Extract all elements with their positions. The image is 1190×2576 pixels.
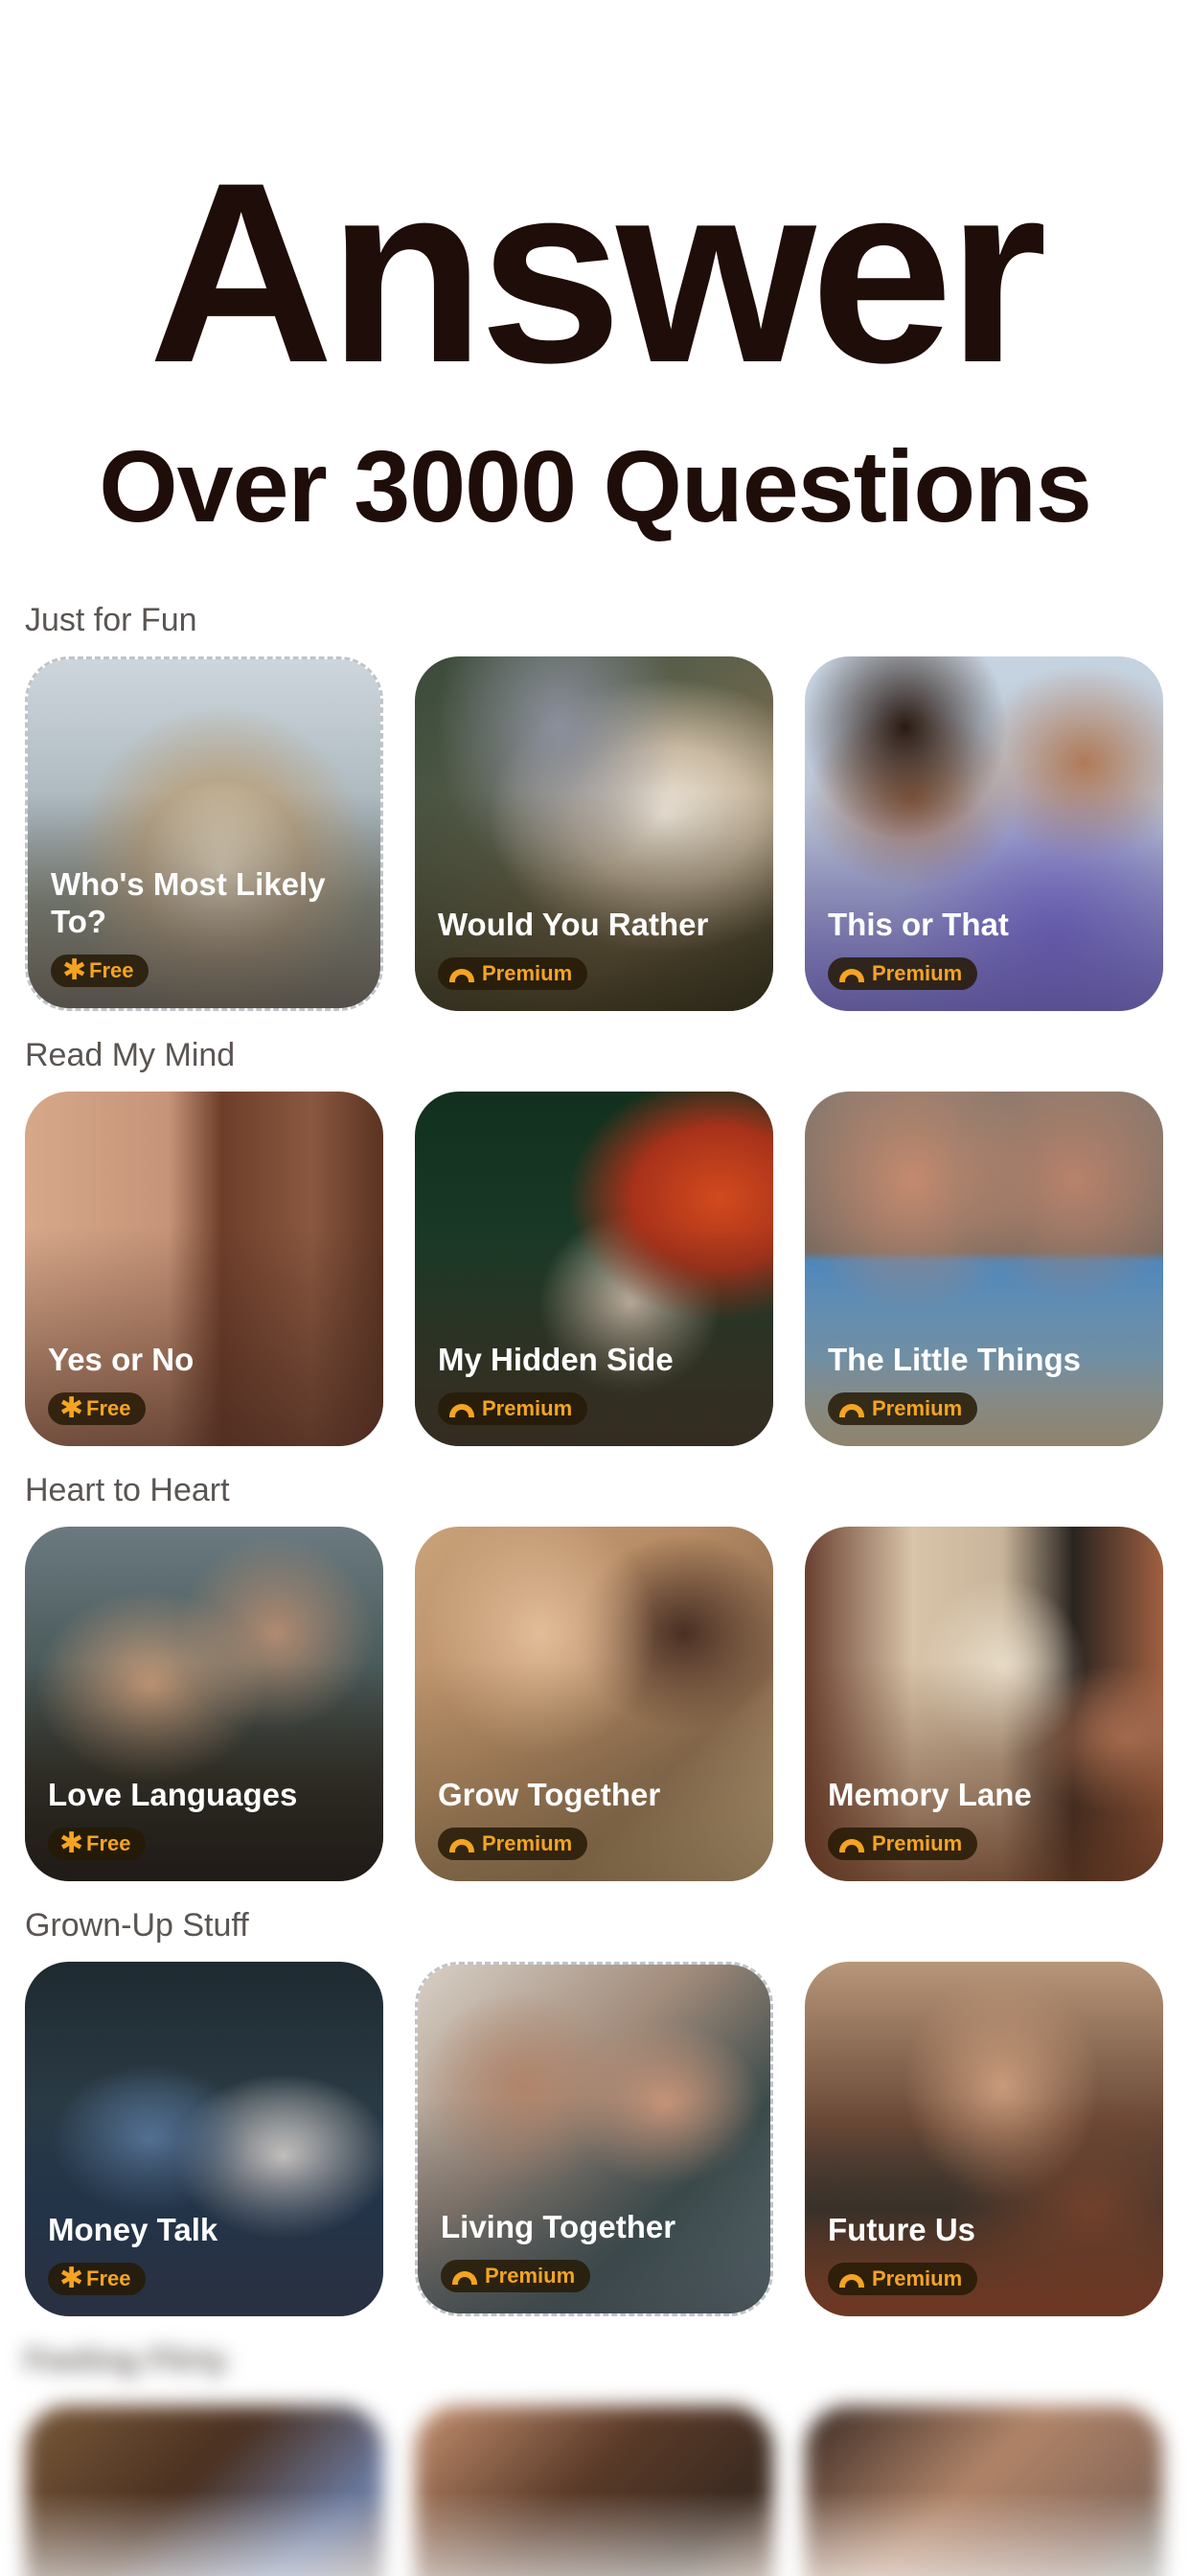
badge-label: Premium: [872, 1396, 963, 1420]
free-badge: ✱ Free: [48, 1392, 147, 1425]
badge-label: Premium: [872, 2266, 963, 2290]
badge-label: Premium: [872, 1831, 963, 1855]
asterisk-icon: ✱: [62, 954, 87, 986]
badge-label: Free: [89, 958, 134, 982]
asterisk-icon: ✱: [59, 1828, 84, 1859]
badge-label: Free: [86, 1831, 131, 1855]
bottom-fade: [0, 2492, 1190, 2576]
asterisk-icon: ✱: [59, 1392, 84, 1424]
badge-label: Premium: [482, 961, 573, 985]
card-the-little-things[interactable]: The Little Things Premium: [805, 1092, 1163, 1446]
card-title: Who's Most Likely To?: [51, 865, 326, 940]
premium-badge: Premium: [828, 1828, 978, 1860]
section-label-read-my-mind: Read My Mind: [25, 1037, 236, 1073]
card-this-or-that[interactable]: This or That Premium: [805, 656, 1163, 1011]
rainbow-icon: [839, 1839, 864, 1852]
section-label-heart-to-heart: Heart to Heart: [25, 1472, 230, 1508]
card-would-you-rather[interactable]: Would You Rather Premium: [415, 656, 773, 1011]
badge-label: Free: [86, 2266, 131, 2290]
hero-subtitle: Over 3000 Questions: [99, 430, 1092, 543]
premium-badge: Premium: [828, 2263, 978, 2295]
card-title: Yes or No: [48, 1342, 195, 1378]
premium-badge: Premium: [438, 1828, 588, 1860]
card-title: Memory Lane: [828, 1777, 1032, 1813]
premium-badge: Premium: [438, 957, 588, 990]
free-badge: ✱ Free: [48, 2263, 147, 2295]
card-title: Living Together: [441, 2209, 676, 2245]
premium-badge: Premium: [438, 1392, 588, 1425]
rainbow-icon: [839, 1404, 864, 1417]
premium-badge: Premium: [828, 957, 978, 990]
card-yes-or-no[interactable]: Yes or No ✱ Free: [25, 1092, 383, 1446]
rainbow-icon: [449, 1839, 474, 1852]
card-living-together[interactable]: Living Together Premium: [415, 1962, 773, 2316]
badge-label: Premium: [872, 961, 963, 985]
section-label-grown-up-stuff: Grown-Up Stuff: [25, 1907, 249, 1944]
rainbow-icon: [839, 969, 864, 982]
rainbow-icon: [449, 1404, 474, 1417]
card-money-talk[interactable]: Money Talk ✱ Free: [25, 1962, 383, 2316]
card-title: This or That: [828, 907, 1009, 943]
card-title: Would You Rather: [438, 907, 709, 943]
badge-label: Free: [86, 1396, 131, 1420]
premium-badge: Premium: [828, 1392, 978, 1425]
free-badge: ✱ Free: [48, 1828, 147, 1860]
card-memory-lane[interactable]: Memory Lane Premium: [805, 1527, 1163, 1881]
free-badge: ✱ Free: [51, 954, 149, 987]
badge-label: Premium: [485, 2264, 576, 2288]
premium-badge: Premium: [441, 2260, 591, 2292]
card-title: Grow Together: [438, 1777, 661, 1813]
rainbow-icon: [839, 2274, 864, 2288]
card-my-hidden-side[interactable]: My Hidden Side Premium: [415, 1092, 773, 1446]
card-title: Future Us: [828, 2212, 976, 2248]
badge-label: Premium: [482, 1831, 573, 1855]
card-title: My Hidden Side: [438, 1342, 674, 1378]
hero-title: Answer: [148, 128, 1047, 416]
card-love-languages[interactable]: Love Languages ✱ Free: [25, 1527, 383, 1881]
section-label-feeling-flirty: Feeling Flirty: [25, 2342, 228, 2379]
rainbow-icon: [449, 969, 474, 982]
asterisk-icon: ✱: [59, 2263, 84, 2294]
card-title: The Little Things: [828, 1342, 1081, 1378]
card-whos-most-likely[interactable]: Who's Most Likely To? ✱ Free: [25, 656, 383, 1011]
card-future-us[interactable]: Future Us Premium: [805, 1962, 1163, 2316]
card-title: Love Languages: [48, 1777, 298, 1813]
rainbow-icon: [452, 2271, 477, 2285]
section-label-just-for-fun: Just for Fun: [25, 602, 197, 638]
card-title: Money Talk: [48, 2212, 218, 2248]
badge-label: Premium: [482, 1396, 573, 1420]
card-grow-together[interactable]: Grow Together Premium: [415, 1527, 773, 1881]
